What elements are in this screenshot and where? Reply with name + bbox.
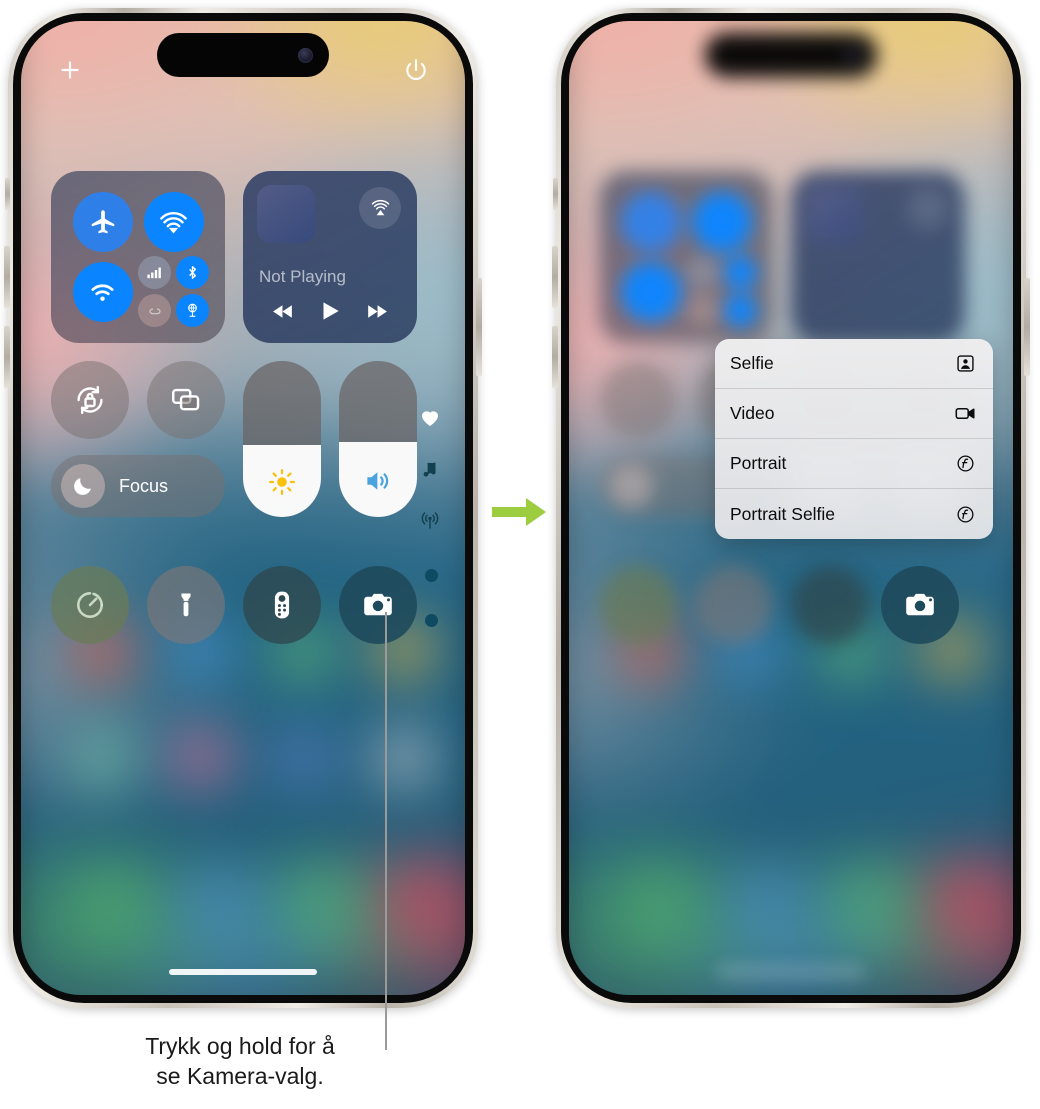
controls-grid: Not Playing Focus	[51, 171, 417, 517]
page-dot[interactable]	[425, 614, 438, 627]
wifi-button[interactable]	[72, 261, 133, 322]
volume-up-button[interactable]	[4, 246, 10, 308]
rotation-lock-button[interactable]	[51, 361, 129, 439]
media-playback-module[interactable]: Not Playing	[243, 171, 417, 343]
sun-icon	[268, 468, 296, 501]
dynamic-island	[705, 33, 877, 77]
bottom-controls-row	[51, 566, 417, 644]
menu-item-label: Selfie	[730, 353, 774, 373]
caption-line-2: se Kamera-valg.	[156, 1062, 324, 1089]
remote-button[interactable]	[243, 566, 321, 644]
music-note-icon[interactable]	[413, 443, 447, 495]
play-icon[interactable]	[317, 298, 343, 329]
iphone-left-control-center: Not Playing Focus	[4, 8, 482, 1008]
menu-item-video[interactable]: Video	[715, 389, 993, 439]
connectivity-module	[51, 171, 225, 343]
broadcast-icon[interactable]	[413, 495, 447, 547]
brightness-slider[interactable]	[243, 361, 321, 517]
volume-up-button[interactable]	[552, 246, 558, 308]
menu-item-portrait[interactable]: Portrait	[715, 439, 993, 489]
home-indicator[interactable]	[169, 969, 317, 975]
menu-item-label: Video	[730, 403, 775, 423]
front-camera-lens	[846, 47, 861, 63]
bluetooth-button[interactable]	[176, 256, 209, 289]
mute-switch[interactable]	[553, 178, 558, 210]
media-transport-controls	[243, 298, 417, 329]
home-indicator[interactable]	[717, 969, 865, 975]
menu-item-label: Portrait Selfie	[730, 503, 836, 524]
favorites-icon[interactable]	[413, 391, 447, 443]
caption-line-1: Trykk og hold for å	[145, 1033, 335, 1059]
album-artwork	[257, 185, 315, 243]
video-camera-icon	[953, 402, 977, 426]
power-icon[interactable]	[403, 57, 429, 83]
media-title: Not Playing	[259, 267, 346, 286]
sliders-group	[243, 361, 417, 517]
secondary-connectivity-group	[138, 256, 209, 327]
rewind-icon[interactable]	[271, 299, 296, 329]
f-stop-icon	[953, 502, 977, 526]
flashlight-button[interactable]	[147, 566, 225, 644]
phone-screen-left: Not Playing Focus	[21, 21, 465, 995]
menu-item-label: Portrait	[730, 453, 787, 473]
airplane-mode-button[interactable]	[72, 191, 133, 252]
airplay-audio-icon[interactable]	[359, 187, 401, 229]
selfie-person-icon	[953, 352, 977, 376]
page-dot[interactable]	[425, 569, 438, 582]
connectivity-module-dimmed	[599, 171, 773, 343]
camera-quick-actions-menu: Selfie Video Portrait Portrait Selfie	[715, 339, 993, 539]
page-indicator-dots	[425, 569, 438, 659]
airdrop-button[interactable]	[143, 191, 204, 252]
add-control-icon[interactable]	[57, 57, 83, 83]
front-camera-lens	[298, 47, 313, 63]
camera-button[interactable]	[339, 566, 417, 644]
mute-switch[interactable]	[5, 178, 10, 210]
personal-hotspot-button[interactable]	[138, 294, 171, 327]
menu-item-selfie[interactable]: Selfie	[715, 339, 993, 389]
camera-button-highlighted[interactable]	[881, 566, 959, 644]
illustration-canvas: Not Playing Focus Selfie Video Portrait …	[0, 0, 1040, 1109]
volume-down-button[interactable]	[4, 326, 10, 388]
fast-forward-icon[interactable]	[364, 299, 389, 329]
menu-item-portrait-selfie[interactable]: Portrait Selfie	[715, 489, 993, 539]
media-module-dimmed	[791, 171, 965, 343]
cellular-data-button[interactable]	[138, 256, 171, 289]
side-power-button[interactable]	[1024, 278, 1030, 376]
control-center: Not Playing Focus	[21, 21, 465, 995]
caption-text: Trykk og hold for å se Kamera-valg.	[40, 1032, 440, 1092]
timer-button[interactable]	[51, 566, 129, 644]
speaker-wave-icon	[363, 466, 393, 501]
flow-arrow	[490, 492, 550, 532]
f-stop-icon	[953, 452, 977, 476]
volume-slider[interactable]	[339, 361, 417, 517]
side-power-button[interactable]	[476, 278, 482, 376]
moon-icon	[61, 464, 105, 508]
callout-leader-line	[385, 612, 387, 1050]
focus-button[interactable]: Focus	[51, 455, 225, 517]
iphone-right-camera-options: Selfie Video Portrait Portrait Selfie	[552, 8, 1030, 1008]
screen-mirroring-button[interactable]	[147, 361, 225, 439]
phone-screen-right: Selfie Video Portrait Portrait Selfie	[569, 21, 1013, 995]
focus-label: Focus	[119, 475, 169, 496]
vpn-button[interactable]	[176, 294, 209, 327]
dynamic-island	[157, 33, 329, 77]
volume-down-button[interactable]	[552, 326, 558, 388]
control-rail-icons	[413, 391, 447, 547]
